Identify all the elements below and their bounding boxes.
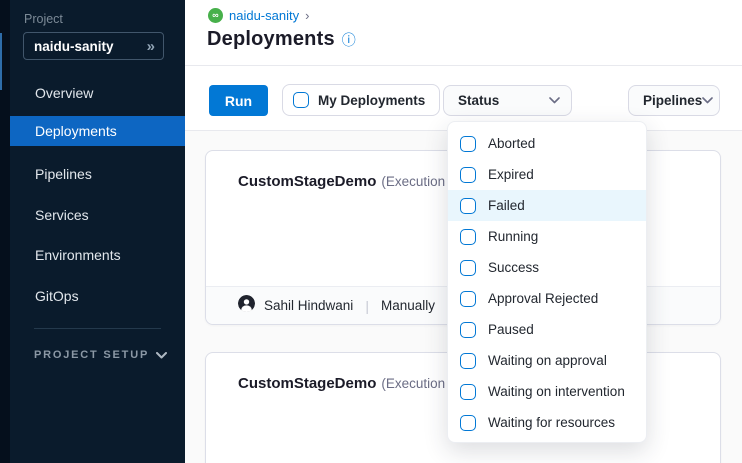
sidebar-item-environments[interactable]: Environments bbox=[10, 240, 185, 270]
checkbox[interactable] bbox=[460, 260, 476, 276]
checkbox[interactable] bbox=[460, 384, 476, 400]
checkbox[interactable] bbox=[460, 322, 476, 338]
status-option-approval-rejected[interactable]: Approval Rejected bbox=[448, 283, 646, 314]
status-option-paused[interactable]: Paused bbox=[448, 314, 646, 345]
status-filter-dropdown[interactable]: Status bbox=[443, 85, 572, 116]
breadcrumb-project-link[interactable]: naidu-sanity bbox=[229, 8, 299, 23]
status-option-waiting-on-approval[interactable]: Waiting on approval bbox=[448, 345, 646, 376]
project-sidebar: Project naidu-sanity » Overview Deployme… bbox=[10, 0, 185, 463]
status-option-failed[interactable]: Failed bbox=[448, 190, 646, 221]
status-option-expired[interactable]: Expired bbox=[448, 159, 646, 190]
breadcrumb: ∞ naidu-sanity › bbox=[208, 8, 309, 23]
checkbox[interactable] bbox=[460, 229, 476, 245]
sidebar-item-overview[interactable]: Overview bbox=[10, 78, 185, 108]
footer-separator: | bbox=[362, 298, 372, 314]
checkbox[interactable] bbox=[460, 415, 476, 431]
project-label: Project bbox=[24, 12, 63, 26]
sidebar-divider bbox=[34, 328, 161, 329]
sidebar-item-services[interactable]: Services bbox=[10, 200, 185, 230]
chevron-down-icon bbox=[156, 352, 167, 359]
double-chevron-icon: » bbox=[147, 39, 155, 54]
my-deployments-filter[interactable]: My Deployments bbox=[282, 84, 440, 116]
sidebar-item-pipelines[interactable]: Pipelines bbox=[10, 159, 185, 189]
status-option-waiting-for-resources[interactable]: Waiting for resources bbox=[448, 407, 646, 438]
chevron-down-icon bbox=[549, 97, 560, 104]
page-title: Deployments bbox=[207, 28, 335, 51]
project-setup-toggle[interactable]: PROJECT SETUP bbox=[34, 349, 167, 361]
page-header: ∞ naidu-sanity › Deployments ⓘ bbox=[185, 0, 742, 66]
checkbox[interactable] bbox=[460, 167, 476, 183]
triggered-by: Sahil Hindwani bbox=[264, 298, 353, 313]
pipelines-filter-dropdown[interactable]: Pipelines bbox=[628, 85, 720, 116]
status-option-running[interactable]: Running bbox=[448, 221, 646, 252]
project-selector-value: naidu-sanity bbox=[34, 39, 147, 54]
breadcrumb-chevron-icon: › bbox=[305, 8, 309, 23]
status-option-waiting-on-intervention[interactable]: Waiting on intervention bbox=[448, 376, 646, 407]
avatar bbox=[238, 295, 255, 317]
status-option-aborted[interactable]: Aborted bbox=[448, 128, 646, 159]
checkbox[interactable] bbox=[460, 291, 476, 307]
module-rail-accent bbox=[0, 33, 2, 90]
pipeline-name[interactable]: CustomStageDemo bbox=[238, 375, 376, 392]
checkbox[interactable] bbox=[460, 136, 476, 152]
checkbox[interactable] bbox=[460, 353, 476, 369]
status-option-success[interactable]: Success bbox=[448, 252, 646, 283]
my-deployments-label: My Deployments bbox=[318, 93, 425, 108]
trigger-type: Manually bbox=[381, 298, 435, 313]
project-setup-label: PROJECT SETUP bbox=[34, 349, 149, 361]
my-deployments-checkbox[interactable] bbox=[293, 92, 309, 108]
checkbox[interactable] bbox=[460, 198, 476, 214]
cd-module-icon: ∞ bbox=[208, 8, 223, 23]
sidebar-item-gitops[interactable]: GitOps bbox=[10, 281, 185, 311]
chevron-down-icon bbox=[702, 97, 713, 104]
sidebar-item-deployments[interactable]: Deployments bbox=[10, 116, 185, 146]
status-dropdown-panel: Aborted Expired Failed Running Success A… bbox=[447, 121, 647, 443]
module-rail bbox=[0, 0, 10, 463]
pipeline-name[interactable]: CustomStageDemo bbox=[238, 173, 376, 190]
run-button[interactable]: Run bbox=[209, 85, 268, 116]
info-icon[interactable]: ⓘ bbox=[342, 33, 356, 47]
project-selector[interactable]: naidu-sanity » bbox=[23, 32, 164, 60]
